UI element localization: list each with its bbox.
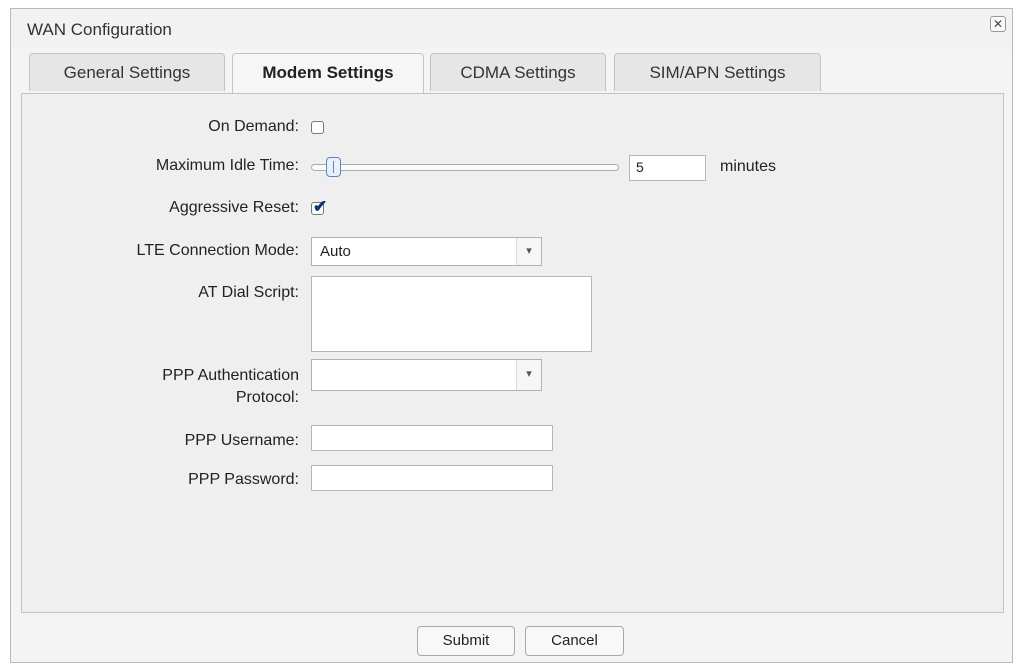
ppp-authentication-label-line1: PPP Authentication — [162, 367, 299, 384]
close-icon[interactable]: ✕ — [990, 16, 1006, 32]
at-dial-script-textarea[interactable] — [311, 276, 592, 352]
tab-cdma-settings[interactable]: CDMA Settings — [430, 53, 606, 91]
wan-configuration-dialog: WAN Configuration ✕ General Settings Mod… — [10, 8, 1013, 663]
chevron-down-icon: ▾ — [516, 238, 541, 265]
slider-grip-icon — [332, 161, 334, 173]
chevron-down-icon: ▾ — [516, 360, 541, 390]
modem-settings-panel: On Demand: Maximum Idle Time: 5 minutes … — [21, 93, 1004, 613]
cancel-button[interactable]: Cancel — [525, 626, 624, 656]
idle-time-slider-handle[interactable] — [325, 157, 341, 177]
ppp-username-label: PPP Username: — [184, 432, 299, 449]
tab-sim-apn-settings[interactable]: SIM/APN Settings — [614, 53, 821, 91]
tab-modem-settings[interactable]: Modem Settings — [232, 53, 424, 94]
dialog-titlebar: WAN Configuration ✕ — [11, 9, 1012, 49]
ppp-password-input[interactable] — [311, 465, 553, 491]
at-dial-script-label: AT Dial Script: — [198, 284, 299, 301]
ppp-authentication-label-line2: Protocol: — [235, 389, 299, 406]
dialog-title: WAN Configuration — [27, 20, 172, 39]
checkmark-icon: ✔ — [313, 197, 328, 216]
ppp-authentication-select[interactable]: ▾ — [311, 359, 542, 391]
on-demand-label: On Demand: — [208, 118, 299, 135]
aggressive-reset-label: Aggressive Reset: — [169, 199, 299, 216]
idle-time-slider[interactable] — [311, 164, 619, 171]
lte-connection-mode-value: Auto — [320, 243, 351, 260]
tab-general-settings[interactable]: General Settings — [29, 53, 225, 91]
idle-time-input[interactable]: 5 — [629, 155, 706, 181]
submit-button[interactable]: Submit — [417, 626, 515, 656]
aggressive-reset-checkbox[interactable]: ✔ — [311, 197, 327, 216]
max-idle-time-label: Maximum Idle Time: — [155, 157, 299, 174]
lte-connection-mode-select[interactable]: Auto ▾ — [311, 237, 542, 266]
idle-time-unit: minutes — [720, 158, 777, 175]
ppp-username-input[interactable] — [311, 425, 553, 451]
lte-connection-mode-label: LTE Connection Mode: — [136, 242, 299, 259]
on-demand-checkbox[interactable] — [311, 121, 324, 134]
ppp-password-label: PPP Password: — [188, 471, 299, 488]
